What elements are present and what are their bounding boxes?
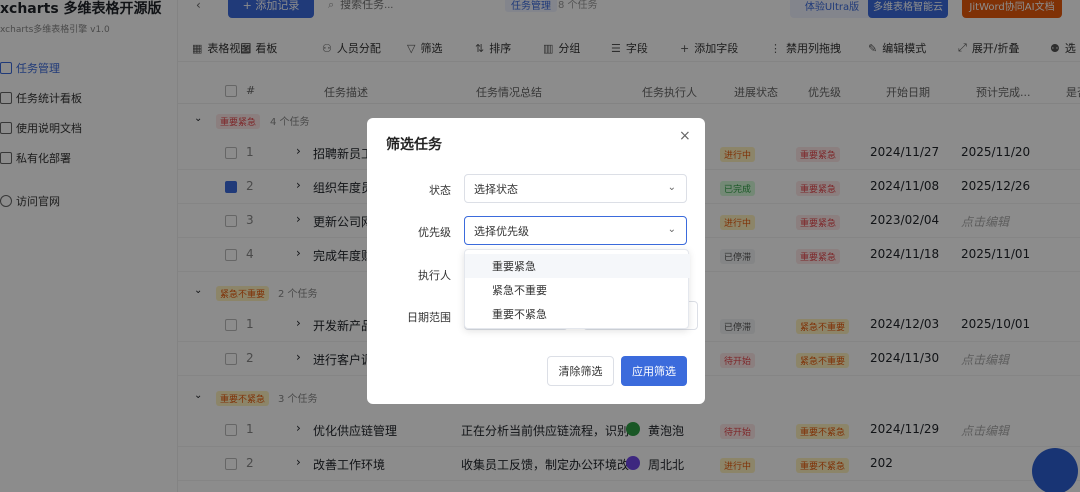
clear-filter-button[interactable]: 清除筛选 — [547, 356, 614, 386]
status-select[interactable]: 选择状态 ⌄ — [464, 174, 687, 203]
priority-option[interactable]: 重要不紧急 — [465, 302, 690, 326]
filter-dialog: 筛选任务 × 状态 选择状态 ⌄ 优先级 选择优先级 ⌄ 执行人 日期范围 重要… — [367, 118, 705, 404]
owner-label: 执行人 — [418, 269, 451, 282]
dialog-title: 筛选任务 — [386, 137, 442, 153]
apply-filter-button[interactable]: 应用筛选 — [621, 356, 687, 386]
priority-dropdown: 重要紧急 紧急不重要 重要不紧急 — [464, 249, 690, 329]
date-range-label: 日期范围 — [407, 311, 451, 324]
priority-label: 优先级 — [418, 226, 451, 239]
chevron-down-icon: ⌄ — [667, 182, 676, 193]
close-icon[interactable]: × — [679, 128, 691, 144]
status-select-value: 选择状态 — [474, 182, 518, 196]
status-label: 状态 — [429, 184, 451, 197]
priority-select-value: 选择优先级 — [474, 224, 529, 238]
app-root: xcharts 多维表格开源版 xcharts多维表格引擎 v1.0 任务管理 … — [0, 0, 1080, 492]
priority-option[interactable]: 紧急不重要 — [465, 278, 690, 302]
priority-select[interactable]: 选择优先级 ⌄ — [464, 216, 687, 245]
priority-option[interactable]: 重要紧急 — [465, 254, 690, 278]
chevron-up-icon: ⌄ — [667, 224, 676, 235]
